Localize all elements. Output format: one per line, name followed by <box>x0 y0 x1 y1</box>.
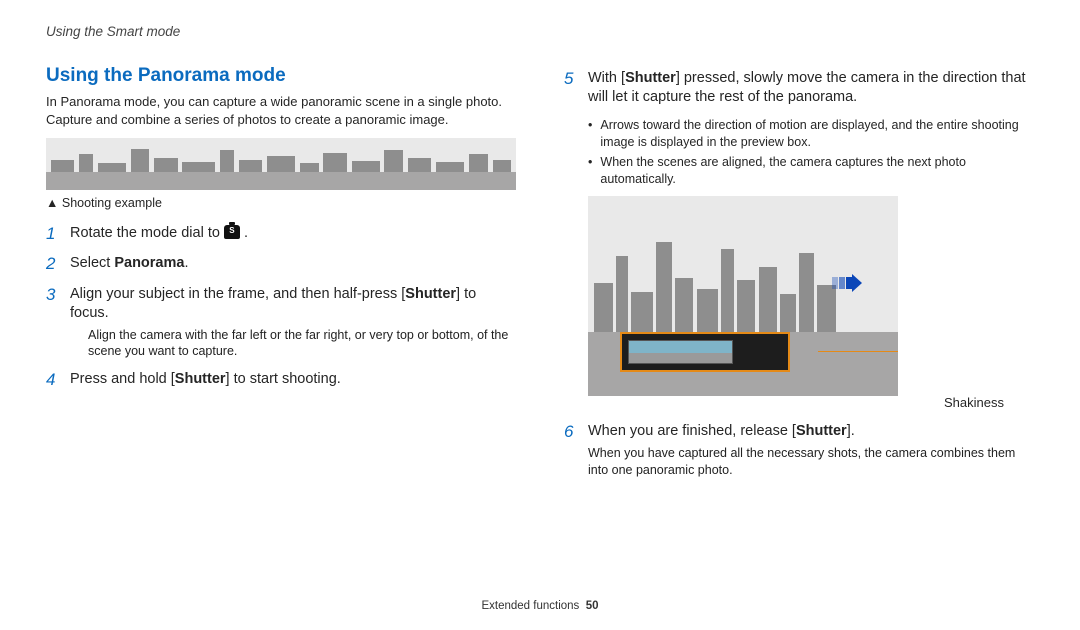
footer-page-number: 50 <box>586 600 599 612</box>
step-text: . <box>184 255 188 271</box>
footer-section: Extended functions <box>481 600 579 612</box>
step-text-bold: Shutter <box>625 70 676 86</box>
step-1: 1 Rotate the mode dial to . <box>46 224 516 244</box>
step-text: ]. <box>847 423 855 439</box>
step-number: 1 <box>46 224 60 244</box>
callout-line <box>818 351 898 352</box>
step-text: ] to start shooting. <box>226 371 341 387</box>
step-text-bold: Shutter <box>175 371 226 387</box>
bullet-text: Arrows toward the direction of motion ar… <box>600 117 1034 151</box>
step-number: 3 <box>46 285 60 360</box>
step-5: 5 With [Shutter] pressed, slowly move th… <box>564 69 1034 107</box>
step-6: 6 When you are finished, release [Shutte… <box>564 422 1034 479</box>
panorama-preview-image <box>588 196 898 396</box>
intro-text: In Panorama mode, you can capture a wide… <box>46 93 516 128</box>
page-title: Using the Panorama mode <box>46 65 516 87</box>
step-3: 3 Align your subject in the frame, and t… <box>46 285 516 360</box>
step-text-bold: Shutter <box>405 286 456 302</box>
step-text: Rotate the mode dial to <box>70 225 224 241</box>
step-text: Select <box>70 255 114 271</box>
step-text: Press and hold [ <box>70 371 175 387</box>
step-text: Align your subject in the frame, and the… <box>70 286 405 302</box>
step-text-bold: Shutter <box>796 423 847 439</box>
example-caption-text: Shooting example <box>62 196 162 210</box>
step-text: . <box>240 225 248 241</box>
step-note: When you have captured all the necessary… <box>588 445 1034 479</box>
step-number: 2 <box>46 254 60 274</box>
step-text: With [ <box>588 70 625 86</box>
example-caption: ▲ Shooting example <box>46 196 516 210</box>
preview-box <box>620 332 790 372</box>
step-5-bullets: Arrows toward the direction of motion ar… <box>588 117 1034 189</box>
step-2: 2 Select Panorama. <box>46 254 516 274</box>
step-note: Align the camera with the far left or th… <box>88 327 516 361</box>
step-number: 4 <box>46 370 60 390</box>
page-section-header: Using the Smart mode <box>46 24 1034 39</box>
step-4: 4 Press and hold [Shutter] to start shoo… <box>46 370 516 390</box>
step-number: 6 <box>564 422 578 479</box>
panorama-example-image <box>46 138 516 190</box>
direction-arrow-icon <box>832 274 860 292</box>
shakiness-label: Shakiness <box>944 395 1004 410</box>
step-number: 5 <box>564 69 578 107</box>
bullet-text: When the scenes are aligned, the camera … <box>600 154 1034 188</box>
step-text-bold: Panorama <box>114 255 184 271</box>
mode-dial-s-icon <box>224 225 240 239</box>
page-footer: Extended functions 50 <box>0 600 1080 612</box>
step-text: When you are finished, release [ <box>588 423 796 439</box>
